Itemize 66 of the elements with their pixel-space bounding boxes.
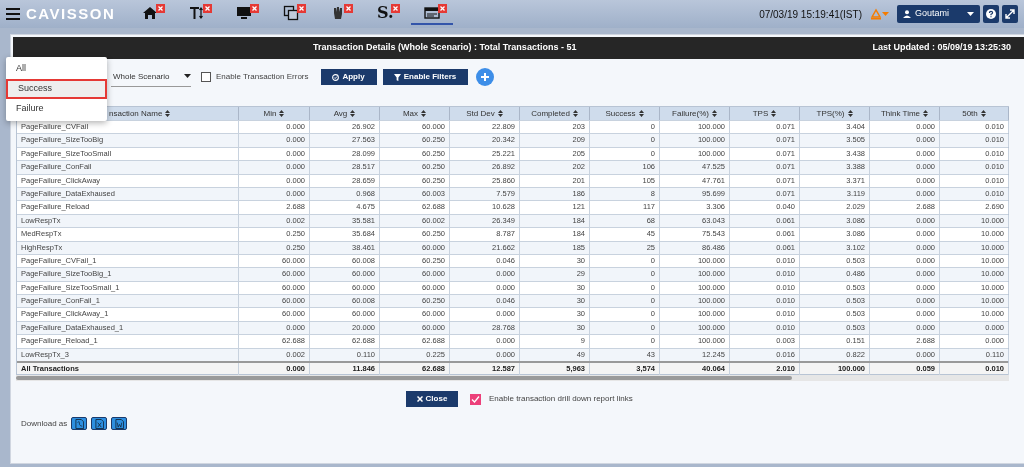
download-button[interactable] <box>91 417 108 431</box>
sort-icon <box>638 110 644 117</box>
close-button[interactable]: Close <box>406 391 458 408</box>
sort-icon <box>279 110 285 117</box>
windows-icon <box>283 5 300 21</box>
logo: CAVISSON <box>26 3 116 24</box>
close-badge-icon <box>203 4 213 13</box>
add-button[interactable] <box>475 68 494 86</box>
enable-filters-button[interactable]: Enable Filters <box>382 69 468 85</box>
filter-icon <box>393 73 401 81</box>
house-icon <box>142 5 159 21</box>
checkbox[interactable] <box>201 72 211 82</box>
scenario-dropdown[interactable]: Whole Scenario <box>111 67 191 87</box>
help-icon <box>986 9 996 19</box>
scrollbar-thumb[interactable] <box>16 376 792 381</box>
expand-icon <box>1005 9 1015 19</box>
menu-icon <box>6 8 20 20</box>
help-button[interactable] <box>983 5 999 23</box>
toolbar-tab[interactable]: S. <box>364 3 407 25</box>
sort-icon <box>421 110 427 117</box>
alert-icon <box>870 8 882 20</box>
caret-icon <box>184 74 191 79</box>
menu-item[interactable]: Success <box>6 79 107 99</box>
sort-icon <box>980 110 986 117</box>
sort-icon <box>572 110 578 117</box>
toolbar-tab[interactable] <box>411 3 454 25</box>
text-icon <box>189 5 206 21</box>
checkmark-icon <box>471 394 480 404</box>
caret-icon <box>882 11 889 17</box>
sort-icon <box>847 110 853 117</box>
close-badge-icon <box>391 4 401 13</box>
sort-icon <box>350 110 356 117</box>
check-circle-icon <box>332 73 340 81</box>
close-badge-icon <box>438 4 448 13</box>
caret-icon <box>967 11 974 17</box>
close-badge-icon <box>344 4 354 13</box>
checkbox[interactable] <box>470 393 481 405</box>
panel-icon <box>424 5 441 21</box>
download-button[interactable] <box>111 417 128 431</box>
user-icon <box>903 10 911 18</box>
date-time: 07/03/19 15:19:41(IST) <box>759 7 862 22</box>
close-badge-icon <box>250 4 260 13</box>
sort-icon <box>165 110 171 117</box>
user-menu-button[interactable]: Goutami <box>897 5 980 23</box>
download-button[interactable] <box>71 417 88 431</box>
expand-button[interactable] <box>1002 5 1018 23</box>
excel-file-icon <box>94 418 104 429</box>
dialog-title: Transaction Details (Whole Scenario) : Total Transactions - 51 <box>313 41 577 55</box>
word-file-icon <box>114 418 124 429</box>
pdf-file-icon <box>74 418 84 429</box>
sort-icon <box>923 110 929 117</box>
close-icon <box>416 396 423 403</box>
logo-glyph: S. <box>376 5 394 21</box>
menu-item[interactable]: All <box>6 59 107 79</box>
apply-button[interactable]: Apply <box>320 69 377 85</box>
last-updated: Last Updated : 05/09/19 13:25:30 <box>872 41 1011 55</box>
close-badge-icon <box>297 4 307 13</box>
plus-icon <box>480 73 489 81</box>
checkbox-label: Enable Transaction Errors <box>216 71 309 83</box>
download-label: Download as <box>21 417 68 430</box>
sort-icon <box>497 110 503 117</box>
monitor-icon <box>236 5 253 21</box>
sort-icon <box>771 110 777 117</box>
sort-icon <box>711 110 717 117</box>
close-badge-icon <box>156 4 166 13</box>
checkbox-label: Enable transaction drill down report links <box>489 393 633 406</box>
